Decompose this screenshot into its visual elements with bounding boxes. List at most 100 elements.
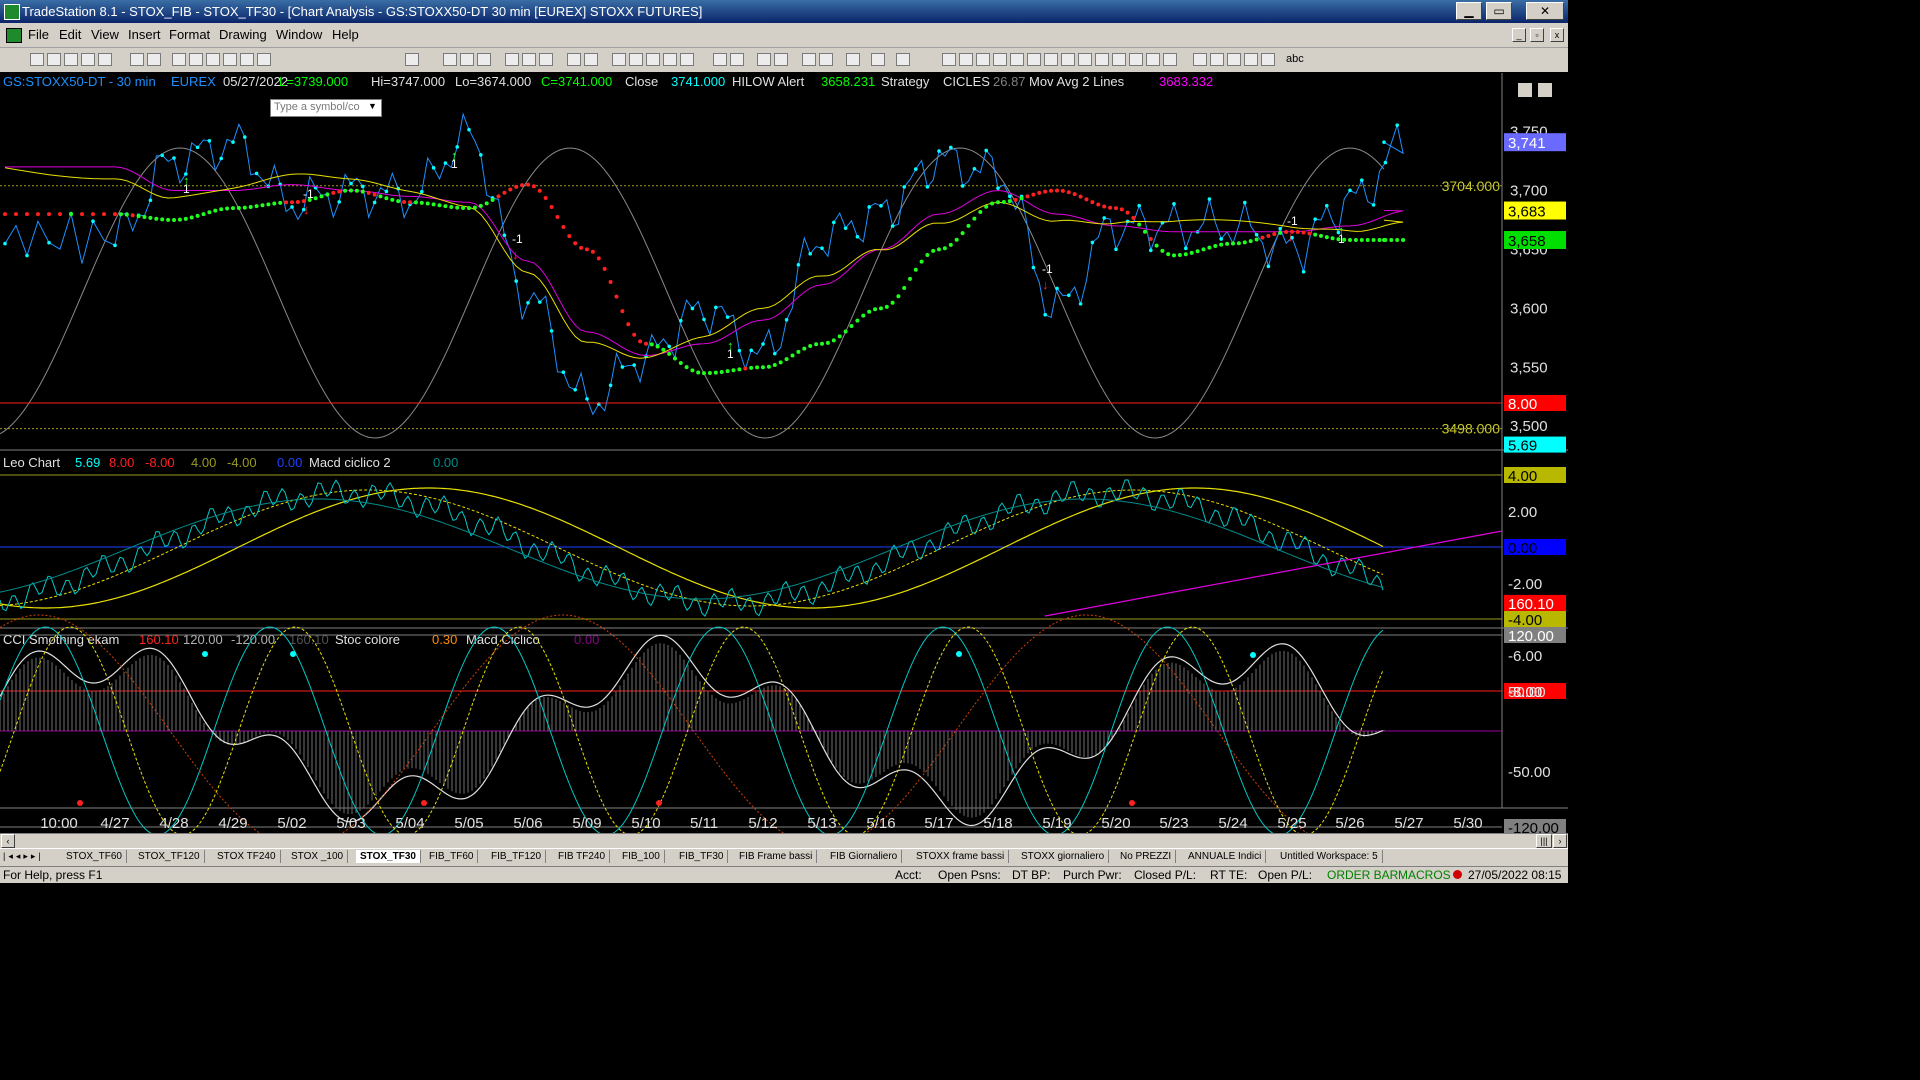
menu-format[interactable]: Format	[169, 27, 210, 42]
toolbar-button-11-icon[interactable]	[240, 53, 254, 66]
toolbar-button-51-icon[interactable]	[1210, 53, 1224, 66]
toolbar-button-28-icon[interactable]	[730, 53, 744, 66]
toolbar-button-38-icon[interactable]	[976, 53, 990, 66]
toolbar-button-35-icon[interactable]	[896, 53, 910, 66]
toolbar-button-17-icon[interactable]	[505, 53, 519, 66]
toolbar-button-18-icon[interactable]	[522, 53, 536, 66]
toolbar-button-52-icon[interactable]	[1227, 53, 1241, 66]
leo-label-3: -8.00	[145, 455, 175, 470]
toolbar-button-1-icon[interactable]	[47, 53, 61, 66]
toolbar-button-41-icon[interactable]	[1027, 53, 1041, 66]
toolbar-button-19-icon[interactable]	[539, 53, 553, 66]
toolbar-button-27-icon[interactable]	[713, 53, 727, 66]
toolbar-button-9-icon[interactable]	[206, 53, 220, 66]
workspace-tab-12[interactable]: STOXX frame bassi	[912, 850, 1010, 863]
workspace-tab-7[interactable]: FIB TF240	[554, 850, 611, 863]
chart-scrollbar[interactable]: ‹ ||| ›	[0, 833, 1568, 849]
toolbar-button-15-icon[interactable]	[460, 53, 474, 66]
toolbar-button-14-icon[interactable]	[443, 53, 457, 66]
toolbar-button-24-icon[interactable]	[646, 53, 660, 66]
toolbar-button-46-icon[interactable]	[1112, 53, 1126, 66]
workspace-tab-14[interactable]: No PREZZI	[1116, 850, 1177, 863]
toolbar-button-6-icon[interactable]	[147, 53, 161, 66]
toolbar-button-12-icon[interactable]	[257, 53, 271, 66]
toolbar-button-47-icon[interactable]	[1129, 53, 1143, 66]
toolbar-button-4-icon[interactable]	[98, 53, 112, 66]
toolbar-button-48-icon[interactable]	[1146, 53, 1160, 66]
toolbar-button-23-icon[interactable]	[629, 53, 643, 66]
workspace-tab-5[interactable]: FIB_TF60	[425, 850, 479, 863]
toolbar-button-45-icon[interactable]	[1095, 53, 1109, 66]
menu-view[interactable]: View	[91, 27, 119, 42]
maximize-button[interactable]: ▭	[1486, 2, 1512, 20]
toolbar-button-30-icon[interactable]	[774, 53, 788, 66]
toolbar-button-33-icon[interactable]	[846, 53, 860, 66]
menu-drawing[interactable]: Drawing	[219, 27, 267, 42]
toolbar-button-43-icon[interactable]	[1061, 53, 1075, 66]
chart-minimize-button[interactable]	[1518, 83, 1532, 97]
menu-help[interactable]: Help	[332, 27, 359, 42]
macros-indicator[interactable]: MACROS	[1398, 868, 1451, 882]
workspace-tab-1[interactable]: STOX_TF120	[134, 850, 205, 863]
workspace-tab-15[interactable]: ANNUALE Indici	[1184, 850, 1267, 863]
order-bar-indicator[interactable]: ORDER BAR	[1327, 868, 1398, 882]
workspace-tab-8[interactable]: FIB_100	[618, 850, 665, 863]
chart-area[interactable]: GS:STOXX50-DT - 30 min EUREX 05/27/2022 L=3…	[0, 73, 1568, 861]
toolbar-button-37-icon[interactable]	[959, 53, 973, 66]
toolbar-button-40-icon[interactable]	[1010, 53, 1024, 66]
close-button[interactable]: ✕	[1526, 2, 1564, 20]
toolbar-button-32-icon[interactable]	[819, 53, 833, 66]
menu-window[interactable]: Window	[276, 27, 322, 42]
doc-close-button[interactable]: x	[1550, 28, 1564, 42]
toolbar-button-44-icon[interactable]	[1078, 53, 1092, 66]
toolbar-button-26-icon[interactable]	[680, 53, 694, 66]
toolbar-button-13-icon[interactable]	[405, 53, 419, 66]
toolbar-button-8-icon[interactable]	[189, 53, 203, 66]
toolbar-button-3-icon[interactable]	[81, 53, 95, 66]
workspace-tab-13[interactable]: STOXX giornaliero	[1017, 850, 1110, 863]
workspace-tab-0[interactable]: STOX_TF60	[62, 850, 127, 863]
toolbar-button-54-icon[interactable]	[1261, 53, 1275, 66]
toolbar-button-42-icon[interactable]	[1044, 53, 1058, 66]
workspace-tab-4[interactable]: STOX_TF30	[356, 850, 421, 863]
workspace-tab-6[interactable]: FIB_TF120	[487, 850, 547, 863]
menu-edit[interactable]: Edit	[59, 27, 81, 42]
toolbar-button-36-icon[interactable]	[942, 53, 956, 66]
workspace-tab-11[interactable]: FIB Giornaliero	[826, 850, 903, 863]
toolbar-button-31-icon[interactable]	[802, 53, 816, 66]
toolbar-button-7-icon[interactable]	[172, 53, 186, 66]
minimize-button[interactable]: ▁	[1456, 2, 1482, 20]
workspace-tab-2[interactable]: STOX TF240	[213, 850, 281, 863]
doc-minimize-button[interactable]: _	[1512, 28, 1526, 42]
toolbar-button-0-icon[interactable]	[30, 53, 44, 66]
workspace-tab-3[interactable]: STOX _100	[287, 850, 349, 863]
toolbar-button-34-icon[interactable]	[871, 53, 885, 66]
menu-insert[interactable]: Insert	[128, 27, 161, 42]
toolbar-button-5-icon[interactable]	[130, 53, 144, 66]
toolbar-button-29-icon[interactable]	[757, 53, 771, 66]
toolbar-button-39-icon[interactable]	[993, 53, 1007, 66]
scroll-thumb[interactable]: |||	[1536, 834, 1552, 848]
scroll-left-button[interactable]: ‹	[1, 834, 15, 848]
doc-restore-button[interactable]: ▫	[1530, 28, 1544, 42]
toolbar-button-21-icon[interactable]	[584, 53, 598, 66]
toolbar-button-2-icon[interactable]	[64, 53, 78, 66]
scroll-right-button[interactable]: ›	[1553, 834, 1567, 848]
chart-canvas[interactable]: GS:STOXX50-DT - 30 min EUREX 05/27/2022L=3…	[0, 73, 1568, 861]
workspace-tab-16[interactable]: Untitled Workspace: 5	[1276, 850, 1383, 863]
toolbar-button-20-icon[interactable]	[567, 53, 581, 66]
toolbar-button-16-icon[interactable]	[477, 53, 491, 66]
toolbar-button-10-icon[interactable]	[223, 53, 237, 66]
toolbar-button-22-icon[interactable]	[612, 53, 626, 66]
text-tool-button[interactable]: abc	[1286, 53, 1304, 65]
chart-restore-button[interactable]	[1538, 83, 1552, 97]
workspace-tab-10[interactable]: FIB Frame bassi	[735, 850, 818, 863]
menu-file[interactable]: File	[28, 27, 49, 42]
tab-navigation-icon[interactable]: |◂◂▸▸|	[3, 851, 44, 862]
workspace-tab-9[interactable]: FIB_TF30	[675, 850, 729, 863]
toolbar-button-53-icon[interactable]	[1244, 53, 1258, 66]
toolbar-button-49-icon[interactable]	[1163, 53, 1177, 66]
toolbar-button-25-icon[interactable]	[663, 53, 677, 66]
toolbar-button-50-icon[interactable]	[1193, 53, 1207, 66]
document-icon[interactable]	[6, 28, 22, 43]
